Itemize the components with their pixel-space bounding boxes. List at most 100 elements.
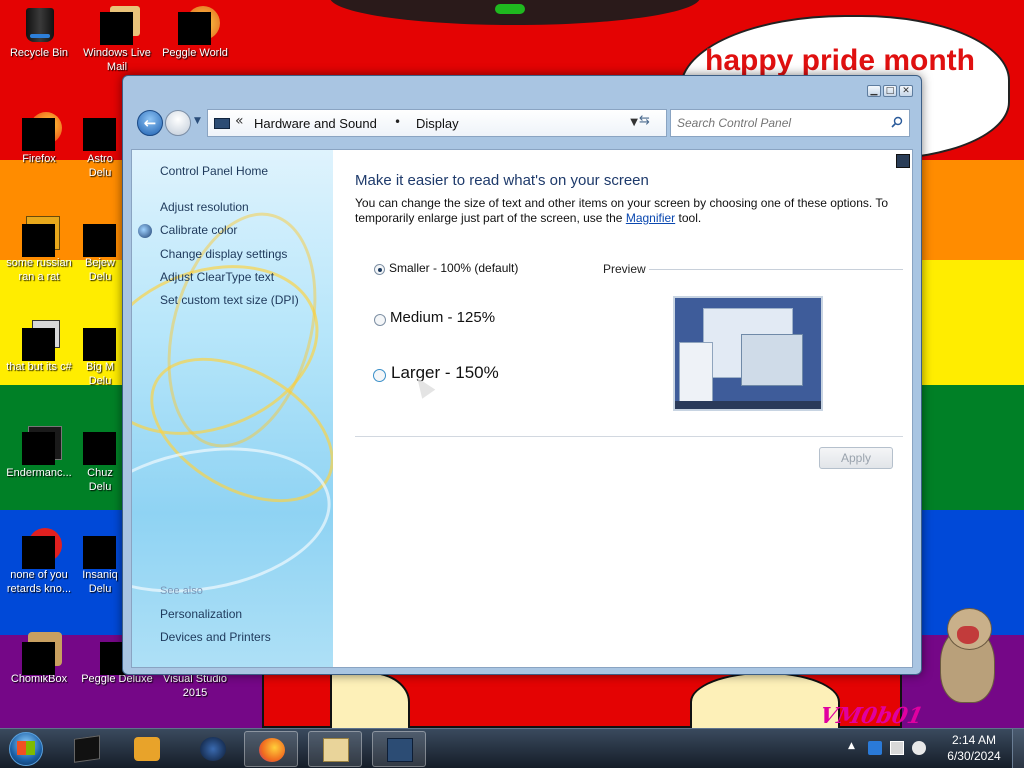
minimize-button[interactable]: ▁ xyxy=(867,85,881,97)
desktop-icon-endermanc[interactable]: Endermanc... xyxy=(0,426,78,480)
close-button[interactable]: ✕ xyxy=(899,85,913,97)
control-panel-home-link[interactable]: Control Panel Home xyxy=(160,164,268,178)
apply-button[interactable]: Apply xyxy=(819,447,893,469)
taskbar-item-media-player[interactable] xyxy=(120,731,174,767)
desktop-icon-label: Chuz Delu xyxy=(87,467,113,493)
preview-image xyxy=(673,296,823,411)
calibrate-color-link[interactable]: Calibrate color xyxy=(160,223,237,237)
firefox-icon xyxy=(259,738,285,762)
network-icon[interactable] xyxy=(890,741,904,755)
adjust-resolution-link[interactable]: Adjust resolution xyxy=(160,200,249,214)
option-smaller-label[interactable]: Smaller - 100% (default) xyxy=(389,261,518,275)
control-panel-window[interactable]: ▁ □ ✕ ← ▼ « Hardware and Sound • Display… xyxy=(122,75,922,675)
breadcrumb-hardware-and-sound[interactable]: Hardware and Sound xyxy=(254,116,377,131)
refresh-icon[interactable]: ⇆ xyxy=(639,113,650,128)
clock-date: 6/30/2024 xyxy=(947,749,1001,763)
window-content: Control Panel Home Adjust resolution Cal… xyxy=(131,149,913,668)
address-dropdown-icon[interactable]: ▼ xyxy=(630,117,638,128)
change-display-settings-link[interactable]: Change display settings xyxy=(160,247,287,261)
show-hidden-icons-icon[interactable]: ▲ xyxy=(848,741,855,751)
desktop-icon-recycle-bin[interactable]: Recycle Bin xyxy=(0,6,78,60)
desktop-icon-peggle-world[interactable]: Peggle World xyxy=(156,6,234,60)
endermanc-icon xyxy=(22,426,62,465)
description-text-end: tool. xyxy=(678,211,702,225)
taskbar-item-explorer[interactable] xyxy=(308,731,362,767)
radio-smaller[interactable] xyxy=(374,264,385,275)
breadcrumb-display[interactable]: Display xyxy=(416,116,459,131)
desktop-icon-insaniquarium-deluxe[interactable]: Insaniq Delu xyxy=(78,528,122,596)
adjust-cleartype-text-link[interactable]: Adjust ClearType text xyxy=(160,270,274,284)
help-icon[interactable] xyxy=(896,154,910,168)
breadcrumb-separator-icon[interactable]: • xyxy=(394,115,401,129)
desktop-icon-label: Big M Delu xyxy=(85,361,115,387)
none-of-you-icon xyxy=(22,528,62,569)
search-icon[interactable] xyxy=(891,116,903,128)
preview-divider xyxy=(649,269,903,270)
desktop-icon-bejeweled-deluxe[interactable]: Bejew Delu xyxy=(78,216,122,284)
desktop-icon-firefox[interactable]: Firefox xyxy=(0,112,78,166)
desktop-icon-windows-live-mail[interactable]: Windows Live Mail xyxy=(78,6,156,74)
set-custom-text-size-link[interactable]: Set custom text size (DPI) xyxy=(160,293,299,307)
see-also-heading: See also xyxy=(160,585,203,597)
taskbar-item-recycle-bin[interactable] xyxy=(60,731,114,767)
desktop-icon-chuzzle-deluxe[interactable]: Chuz Delu xyxy=(78,426,122,494)
start-button[interactable] xyxy=(4,729,48,768)
desktop-icon-label: Endermanc... xyxy=(6,467,72,479)
some-russian-icon xyxy=(22,216,60,257)
taskbar-item-control-panel[interactable] xyxy=(372,731,426,767)
address-chevron-icon[interactable]: « xyxy=(235,113,244,129)
desktop-icon-some-russian[interactable]: some russian ran a rat xyxy=(0,216,78,284)
address-bar[interactable]: « Hardware and Sound • Display ▼ xyxy=(207,109,667,137)
insaniquarium-deluxe-icon xyxy=(83,528,117,569)
astro-deluxe-icon xyxy=(83,112,117,151)
taskbar: ▲ 2:14 AM 6/30/2024 xyxy=(0,728,1024,768)
option-medium-label[interactable]: Medium - 125% xyxy=(390,309,495,326)
desktop-icon-astro-deluxe[interactable]: Astro Delu xyxy=(78,112,122,180)
desktop-icon-none-of-you[interactable]: none of you retards kno... xyxy=(0,528,78,596)
window-controls: ▁ □ ✕ xyxy=(867,85,913,97)
folder-dark-icon xyxy=(74,735,100,763)
peggle-world-icon xyxy=(178,6,220,45)
desktop-icon-big-money-deluxe[interactable]: Big M Delu xyxy=(78,320,122,388)
firefox-icon xyxy=(22,112,62,151)
taskbar-item-firefox[interactable] xyxy=(244,731,298,767)
media-player-icon xyxy=(134,737,160,761)
desktop-icon-label: that but its c# xyxy=(6,361,72,373)
desktop-icon-that-but-its-csharp[interactable]: that but its c# xyxy=(0,320,78,374)
recycle-bin-icon xyxy=(22,6,56,44)
desktop-icon-label: Windows Live Mail xyxy=(83,47,151,73)
magnifier-link[interactable]: Magnifier xyxy=(626,211,675,225)
page-title: Make it easier to read what's on your sc… xyxy=(355,172,649,189)
recent-pages-dropdown-icon[interactable]: ▼ xyxy=(194,116,201,126)
search-box[interactable] xyxy=(670,109,910,137)
taskbar-item-browser[interactable] xyxy=(186,731,240,767)
that-but-its-csharp-icon xyxy=(22,320,60,361)
desktop-icon-chomikbox[interactable]: ChomikBox xyxy=(0,632,78,686)
desktop-icon-label: Visual Studio 2015 xyxy=(162,673,227,699)
folder-icon xyxy=(323,738,349,762)
main-pane: Make it easier to read what's on your sc… xyxy=(333,150,912,667)
big-money-deluxe-icon xyxy=(83,320,117,361)
desktop-icon-label: Peggle World xyxy=(162,47,228,59)
system-tray: ▲ xyxy=(846,729,940,768)
clock-time: 2:14 AM xyxy=(951,733,997,747)
show-desktop-button[interactable] xyxy=(1012,729,1024,768)
clock[interactable]: 2:14 AM 6/30/2024 xyxy=(940,732,1008,768)
globe-icon xyxy=(200,737,226,761)
desktop-icon-label: Firefox xyxy=(22,153,56,165)
search-input[interactable] xyxy=(677,115,877,131)
page-description: You can change the size of text and othe… xyxy=(355,196,895,226)
tray-app-icon[interactable] xyxy=(868,741,882,755)
forward-button[interactable] xyxy=(165,110,191,136)
devices-and-printers-link[interactable]: Devices and Printers xyxy=(160,630,271,644)
maximize-button[interactable]: □ xyxy=(883,85,897,97)
seal-image xyxy=(935,608,1005,703)
option-larger-label[interactable]: Larger - 150% xyxy=(391,363,499,383)
radio-medium[interactable] xyxy=(374,314,386,326)
back-button[interactable]: ← xyxy=(137,110,163,136)
radio-larger[interactable] xyxy=(373,369,386,382)
volume-icon[interactable] xyxy=(912,741,926,755)
calibrate-color-icon xyxy=(138,224,152,238)
desktop-icon-label: none of you retards kno... xyxy=(6,569,72,595)
personalization-link[interactable]: Personalization xyxy=(160,607,242,621)
